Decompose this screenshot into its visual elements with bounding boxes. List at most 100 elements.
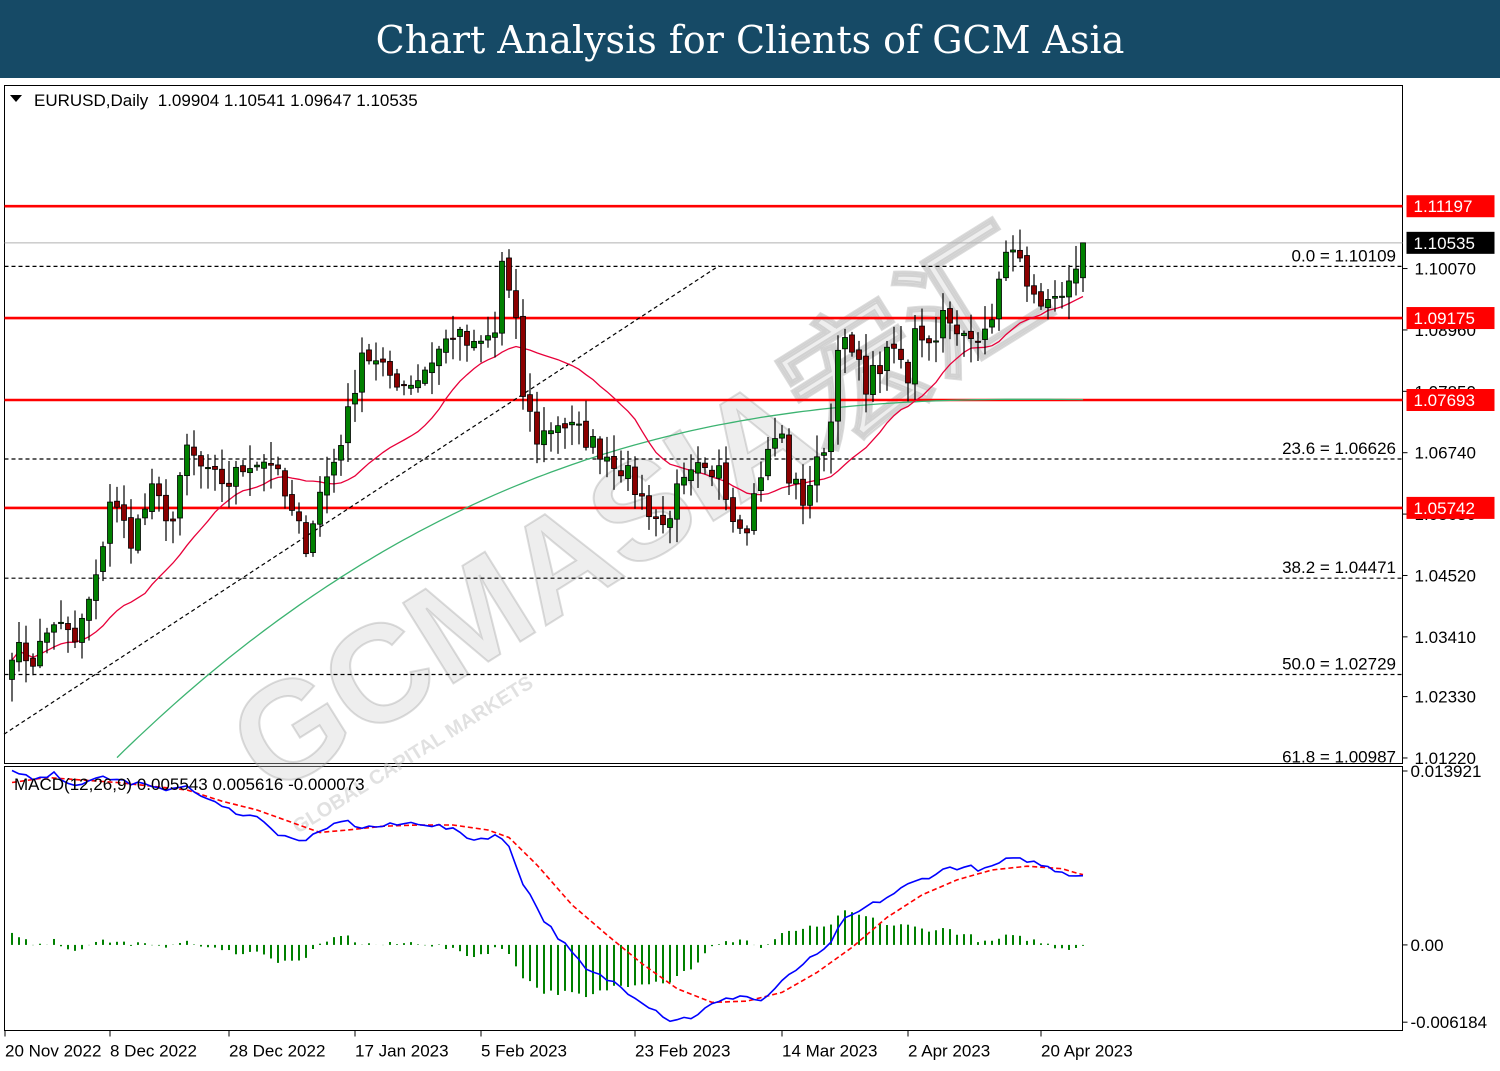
candle-body <box>16 641 22 663</box>
candle-body <box>408 384 414 389</box>
time-tick-label: 20 Nov 2022 <box>5 1042 101 1061</box>
candle-body <box>275 464 281 470</box>
banner-title: Chart Analysis for Clients of GCM Asia <box>375 18 1125 62</box>
candle-body <box>205 467 211 470</box>
candle-body <box>842 337 848 350</box>
fib-level-label: 50.0 = 1.02729 <box>1282 655 1396 674</box>
candle-body <box>44 632 50 643</box>
candle-body <box>415 380 421 389</box>
candle-body <box>940 310 946 339</box>
candle-body <box>359 352 365 393</box>
candle-body <box>450 337 456 340</box>
candle-body <box>86 598 92 621</box>
candle-body <box>114 500 120 508</box>
candle-body <box>702 462 708 468</box>
candle-body <box>576 423 582 426</box>
candle-body <box>1031 285 1037 295</box>
candle-body <box>443 338 449 353</box>
time-tick-label: 2 Apr 2023 <box>908 1042 990 1061</box>
candle-body <box>135 518 141 551</box>
candle-body <box>121 504 127 521</box>
candle-body <box>282 470 288 497</box>
candle-body <box>226 482 232 487</box>
candle-body <box>107 501 113 544</box>
candle-body <box>366 349 372 362</box>
candle-body <box>457 328 463 337</box>
candle-body <box>1017 249 1023 259</box>
time-tick-label: 23 Feb 2023 <box>635 1042 730 1061</box>
candle-body <box>485 335 491 341</box>
candle-body <box>23 642 29 662</box>
candle-body <box>618 470 624 477</box>
candle-body <box>289 494 295 511</box>
candle-body <box>436 348 442 367</box>
resistance-price-label: 1.05742 <box>1414 499 1475 518</box>
candle-body <box>387 361 393 376</box>
candle-body <box>562 423 568 429</box>
candle-body <box>653 516 659 519</box>
candle-body <box>786 434 792 484</box>
price-tick-label: 1.10070 <box>1415 260 1476 279</box>
candle-body <box>352 392 358 405</box>
candle-body <box>422 369 428 384</box>
price-tick-label: 1.03410 <box>1415 628 1476 647</box>
candle-body <box>429 362 435 374</box>
macd-panel-header: MACD(12,26,9) 0.005543 0.005616 -0.00007… <box>14 775 365 794</box>
candle-body <box>660 514 666 526</box>
candle-body <box>597 438 603 460</box>
candle-body <box>513 290 519 318</box>
candle-body <box>1066 280 1072 298</box>
chart-canvas: GCMASIA宏汇 GLOBAL CAPITAL MARKETS 1.10070… <box>3 85 1495 1061</box>
candle-body <box>9 659 15 680</box>
candle-body <box>947 308 953 324</box>
candle-body <box>478 340 484 344</box>
candle-body <box>779 433 785 439</box>
candle-body <box>772 438 778 449</box>
candle-body <box>814 456 820 486</box>
candle-body <box>338 445 344 461</box>
candle-body <box>527 394 533 412</box>
candle-body <box>709 469 715 477</box>
candle-body <box>345 406 351 444</box>
candle-body <box>324 476 330 496</box>
candle-body <box>79 617 85 643</box>
time-tick-label: 20 Apr 2023 <box>1041 1042 1133 1061</box>
candle-body <box>961 332 967 336</box>
price-panel-header: EURUSD,Daily 1.09904 1.10541 1.09647 1.1… <box>34 91 418 110</box>
candle-body <box>856 349 862 360</box>
candle-body <box>268 463 274 466</box>
candle-body <box>744 528 750 534</box>
candle-body <box>1073 268 1079 284</box>
candle-body <box>499 260 505 334</box>
macd-tick-label: 0.013921 <box>1411 762 1482 781</box>
candle-body <box>919 325 925 341</box>
candle-body <box>807 485 813 506</box>
candle-body <box>590 436 596 448</box>
candle-body <box>870 365 876 395</box>
candle-body <box>849 334 855 353</box>
candle-body <box>625 465 631 479</box>
candle-body <box>968 330 974 339</box>
candle-body <box>926 338 932 344</box>
candle-body <box>100 546 106 572</box>
candle-body <box>128 517 134 549</box>
candle-body <box>975 340 981 343</box>
fib-level-label: 23.6 = 1.06626 <box>1282 439 1396 458</box>
candle-body <box>681 476 687 486</box>
candle-body <box>548 430 554 435</box>
candle-body <box>884 346 890 372</box>
price-tick-label: 1.04520 <box>1415 566 1476 585</box>
candle-body <box>723 462 729 500</box>
macd-tick-label: 0.00 <box>1411 936 1444 955</box>
candle-body <box>310 523 316 553</box>
candle-body <box>303 522 309 555</box>
candle-body <box>380 358 386 363</box>
candle-body <box>996 278 1002 320</box>
time-tick-label: 28 Dec 2022 <box>229 1042 325 1061</box>
macd-tick-label: -0.006184 <box>1411 1013 1488 1032</box>
candle-body <box>65 623 71 631</box>
candle-body <box>296 511 302 522</box>
candle-body <box>912 328 918 385</box>
candle-body <box>905 361 911 384</box>
candle-body <box>555 425 561 433</box>
